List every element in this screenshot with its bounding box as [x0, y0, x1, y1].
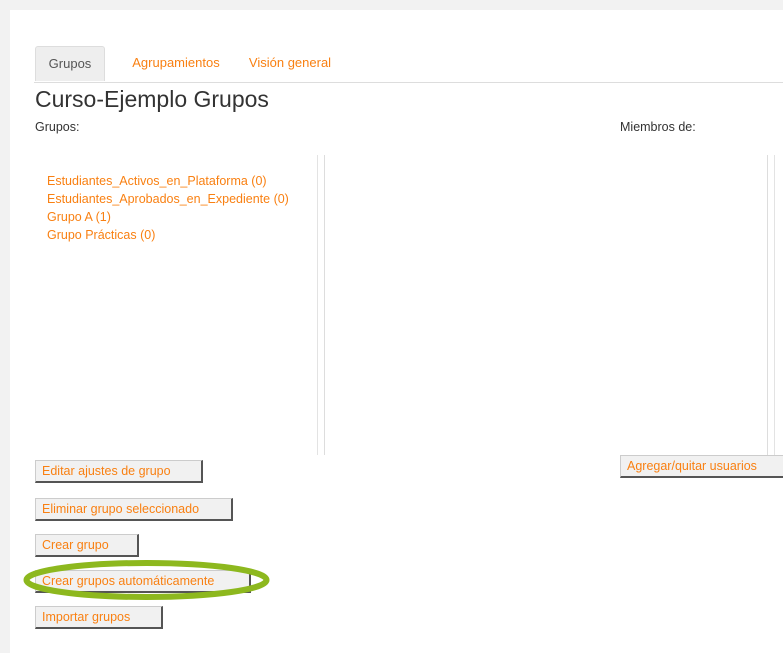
create-group-button[interactable]: Crear grupo	[35, 534, 139, 557]
groups-listbox[interactable]: Estudiantes_Activos_en_Plataforma (0) Es…	[35, 155, 325, 455]
members-scrollbar[interactable]	[768, 155, 775, 455]
tab-vision-general[interactable]: Visión general	[244, 46, 336, 81]
add-remove-users-button[interactable]: Agregar/quitar usuarios	[620, 455, 783, 478]
members-listbox[interactable]	[767, 155, 777, 455]
tab-bar: Grupos Agrupamientos Visión general	[34, 40, 783, 83]
group-item[interactable]: Grupo Prácticas (0)	[47, 228, 155, 242]
tab-agrupamientos[interactable]: Agrupamientos	[122, 46, 230, 81]
group-item[interactable]: Estudiantes_Activos_en_Plataforma (0)	[47, 174, 267, 188]
auto-create-groups-button[interactable]: Crear grupos automáticamente	[35, 570, 251, 593]
import-groups-button[interactable]: Importar grupos	[35, 606, 163, 629]
group-item[interactable]: Estudiantes_Aprobados_en_Expediente (0)	[47, 192, 289, 206]
groups-label: Grupos:	[35, 120, 80, 134]
edit-group-settings-button[interactable]: Editar ajustes de grupo	[35, 460, 203, 483]
tab-grupos[interactable]: Grupos	[35, 46, 105, 81]
delete-selected-group-button[interactable]: Eliminar grupo seleccionado	[35, 498, 233, 521]
group-item[interactable]: Grupo A (1)	[47, 210, 111, 224]
page-container: Grupos Agrupamientos Visión general Curs…	[10, 10, 783, 653]
groups-scrollbar[interactable]	[317, 155, 324, 455]
page-title: Curso-Ejemplo Grupos	[35, 86, 269, 112]
members-label: Miembros de:	[620, 120, 696, 134]
